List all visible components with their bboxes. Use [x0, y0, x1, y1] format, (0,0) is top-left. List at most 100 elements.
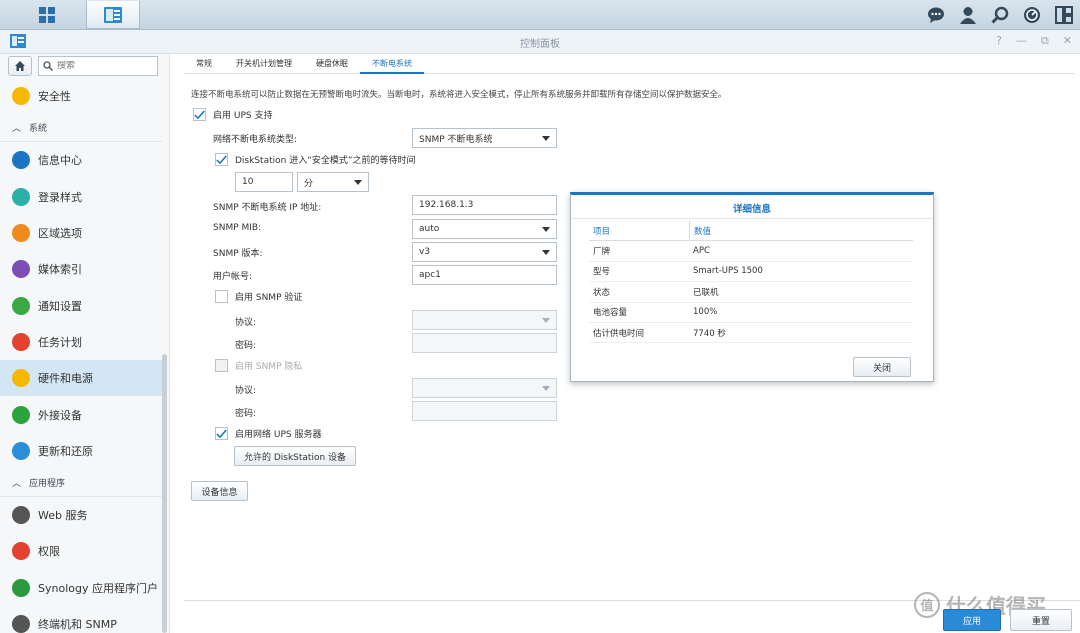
sidebar-item[interactable]: 硬件和电源 — [0, 360, 162, 397]
network-ups-server-label: 启用网络 UPS 服务器 — [235, 430, 322, 440]
row-value: 100% — [693, 307, 718, 318]
table-row: 估计供电时间 7740 秒 — [589, 323, 913, 344]
sidebar-item-label: 媒体索引 — [38, 263, 82, 277]
snmp-version-select[interactable]: v3 — [412, 242, 557, 262]
sidebar-item-label: 权限 — [38, 545, 60, 559]
snmp-ip-label: SNMP 不断电系统 IP 地址: — [213, 203, 322, 213]
reset-button[interactable]: 重置 — [1010, 609, 1072, 631]
wait-unit-select[interactable]: 分 — [297, 172, 369, 192]
enable-ups-checkbox[interactable] — [193, 108, 206, 121]
taskbar — [0, 0, 1080, 30]
sidebar-list: 安全性 ︿ 系统 信息中心登录样式区域选项媒体索引通知设置任务计划硬件和电源 外接设备更… — [0, 78, 162, 633]
snmp-privacy-row[interactable]: 启用 SNMP 隐私 — [215, 359, 302, 372]
sidebar-item[interactable]: 通知设置 — [0, 287, 162, 323]
sidebar-section[interactable]: ︿ 系统 — [0, 114, 162, 143]
wait-time-row[interactable]: DiskStation 进入“安全模式”之前的等待时间 — [215, 153, 416, 166]
chevron-down-icon — [542, 136, 550, 141]
wait-time-checkbox[interactable] — [215, 153, 228, 166]
dialog-close-button[interactable]: 关闭 — [853, 357, 911, 377]
tab[interactable]: 开关机计划管理 — [224, 54, 304, 74]
close-icon[interactable]: ✕ — [1063, 34, 1072, 48]
search-icon — [43, 61, 53, 71]
update-restore-icon — [12, 441, 30, 460]
user-icon[interactable] — [958, 5, 978, 25]
restore-icon[interactable]: ⧉ — [1041, 34, 1049, 48]
auth-password-input[interactable] — [412, 333, 557, 353]
chevron-down-icon — [542, 250, 550, 255]
sidebar-item-label: 任务计划 — [38, 335, 82, 349]
snmp-ip-input[interactable]: 192.168.1.3 — [412, 195, 557, 215]
sidebar-item[interactable]: 媒体索引 — [0, 251, 162, 287]
home-button[interactable] — [8, 56, 32, 76]
sidebar-section[interactable]: ︿ 应用程序 — [0, 469, 162, 497]
sidebar-item-label: 通知设置 — [38, 299, 82, 313]
enable-ups-row[interactable]: 启用 UPS 支持 — [193, 108, 272, 121]
snmp-auth-row[interactable]: 启用 SNMP 验证 — [215, 290, 302, 303]
table-header: 项目 数值 — [589, 220, 913, 242]
user-account-input[interactable]: apc1 — [412, 265, 557, 285]
snmp-auth-checkbox[interactable] — [215, 290, 228, 303]
allowed-diskstation-button[interactable]: 允许的 DiskStation 设备 — [234, 446, 356, 466]
window-titlebar[interactable]: 控制面板 ? — ⧉ ✕ — [0, 30, 1080, 54]
sidebar-item-label: Web 服务 — [38, 509, 88, 523]
sidebar-item[interactable]: 安全性 — [0, 78, 162, 114]
sidebar-item-label: 登录样式 — [38, 190, 82, 204]
snmp-auth-label: 启用 SNMP 验证 — [235, 293, 303, 303]
search-icon[interactable] — [990, 5, 1010, 25]
privacy-protocol-select[interactable] — [412, 378, 557, 398]
sidebar-scrollbar[interactable] — [162, 354, 167, 633]
details-dialog: 详细信息 项目 数值 厂牌 APC 型号 Smart-UPS 1500 状态 已联机 电池容… — [570, 192, 934, 382]
tab[interactable]: 硬盘休眠 — [304, 54, 360, 74]
sidebar-item[interactable]: 信息中心 — [0, 142, 162, 178]
widgets-icon[interactable] — [1054, 5, 1074, 25]
sidebar-item-label: Synology 应用程序门户 — [38, 581, 158, 595]
window-title: 控制面板 — [520, 39, 560, 50]
network-ups-server-checkbox[interactable] — [215, 427, 228, 440]
lightbulb-icon — [12, 369, 30, 388]
resource-monitor-icon[interactable] — [1022, 5, 1042, 25]
apply-button[interactable]: 应用 — [943, 609, 1001, 631]
snmp-mib-select[interactable]: auto — [412, 219, 557, 239]
chat-icon[interactable] — [926, 5, 946, 25]
sidebar-item[interactable]: Synology 应用程序门户 — [0, 570, 162, 606]
device-info-button[interactable]: 设备信息 — [191, 481, 248, 501]
palette-icon — [12, 187, 30, 206]
table-row: 型号 Smart-UPS 1500 — [589, 262, 913, 283]
sidebar-item[interactable]: 任务计划 — [0, 324, 162, 360]
sidebar-item[interactable]: 权限 — [0, 533, 162, 569]
privacy-password-input[interactable] — [412, 401, 557, 421]
tab[interactable]: 常规 — [184, 54, 224, 74]
auth-protocol-label: 协议: — [235, 318, 257, 328]
row-value: Smart-UPS 1500 — [693, 266, 763, 277]
wait-unit-value: 分 — [304, 178, 314, 189]
sidebar-item-label: 区域选项 — [38, 227, 82, 241]
network-ups-server-row[interactable]: 启用网络 UPS 服务器 — [215, 427, 321, 440]
snmp-version-value: v3 — [419, 247, 431, 257]
sidebar-item[interactable]: 终端机和 SNMP — [0, 606, 162, 633]
snmp-ip-value: 192.168.1.3 — [419, 200, 474, 210]
sidebar-item[interactable]: 区域选项 — [0, 215, 162, 251]
external-device-icon — [12, 405, 30, 424]
wait-time-input[interactable]: 10 — [235, 172, 293, 192]
auth-protocol-select[interactable] — [412, 310, 557, 330]
sidebar-item[interactable]: 登录样式 — [0, 179, 162, 215]
sidebar-item[interactable]: Web 服务 — [0, 497, 162, 533]
control-panel-taskbar-button[interactable] — [86, 1, 140, 29]
help-icon[interactable]: ? — [996, 34, 1002, 48]
main-menu-button[interactable] — [20, 1, 74, 29]
sidebar-item[interactable]: 外接设备 — [0, 396, 162, 432]
search-input[interactable] — [57, 61, 147, 71]
snmp-mib-label: SNMP MIB: — [213, 223, 262, 233]
sidebar-search[interactable] — [38, 56, 158, 76]
snmp-privacy-checkbox[interactable] — [215, 359, 228, 372]
tab[interactable]: 不断电系统 — [360, 54, 424, 74]
privileges-icon — [12, 542, 30, 561]
details-table: 项目 数值 厂牌 APC 型号 Smart-UPS 1500 状态 已联机 电池容量 100%… — [589, 220, 913, 344]
web-service-icon — [12, 506, 30, 525]
terminal-icon — [12, 615, 30, 633]
row-value: 已联机 — [693, 287, 719, 298]
ups-type-select[interactable]: SNMP 不断电系统 — [412, 128, 557, 148]
sidebar-item[interactable]: 更新和还原 — [0, 433, 162, 469]
minimize-icon[interactable]: — — [1016, 34, 1027, 48]
ups-type-value: SNMP 不断电系统 — [419, 134, 493, 145]
